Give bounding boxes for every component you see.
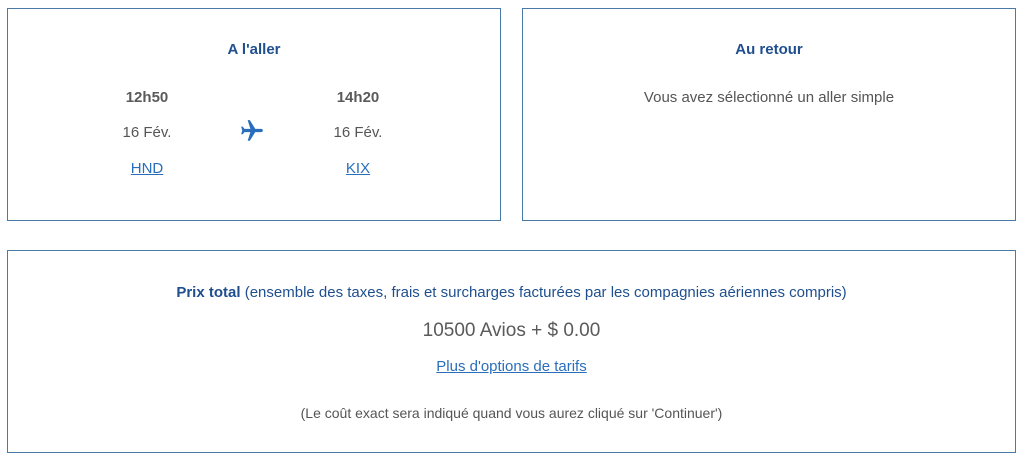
airplane-icon <box>239 118 265 144</box>
one-way-message: Vous avez sélectionné un aller simple <box>643 89 895 106</box>
outbound-title: A l'aller <box>227 41 281 58</box>
total-price-description: (ensemble des taxes, frais et surcharges… <box>244 284 847 301</box>
more-fare-options: Plus d'options de tarifs <box>8 358 1015 375</box>
departure-airport-link[interactable]: HND <box>87 160 207 177</box>
arrival-time: 14h20 <box>336 89 380 106</box>
return-title: Au retour <box>735 41 803 58</box>
total-price-line: Prix total (ensemble des taxes, frais et… <box>8 284 1015 301</box>
more-fare-options-link[interactable]: Plus d'options de tarifs <box>436 358 586 375</box>
total-price-label: Prix total <box>176 284 241 301</box>
outbound-flight-panel: A l'aller 12h50 16 Fév. HND 14h20 16 Fév… <box>7 8 501 221</box>
total-price-panel: Prix total (ensemble des taxes, frais et… <box>7 250 1016 453</box>
arrival-airport-link[interactable]: KIX <box>298 160 418 177</box>
return-flight-panel: Au retour Vous avez sélectionné un aller… <box>522 8 1016 221</box>
departure-time: 12h50 <box>125 89 169 106</box>
arrival-date: 16 Fév. <box>333 124 383 141</box>
departure-date: 16 Fév. <box>122 124 172 141</box>
total-price-amount: 10500 Avios + $ 0.00 <box>422 320 601 341</box>
price-note: (Le coût exact sera indiqué quand vous a… <box>300 405 723 421</box>
